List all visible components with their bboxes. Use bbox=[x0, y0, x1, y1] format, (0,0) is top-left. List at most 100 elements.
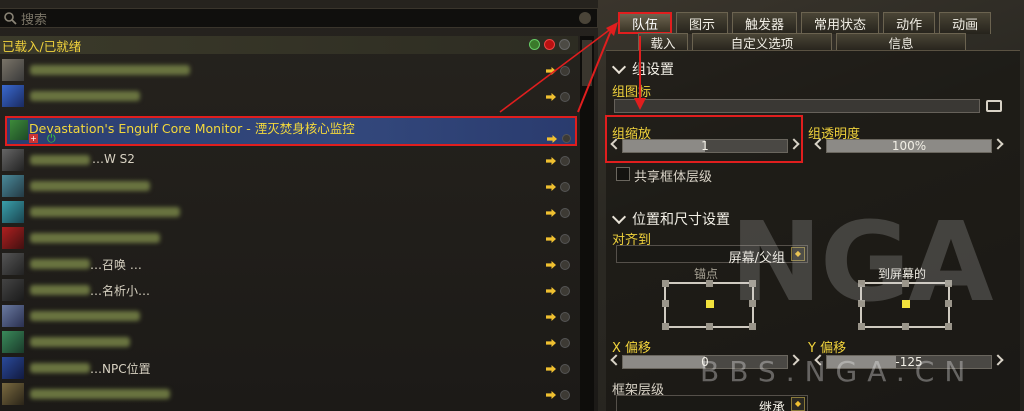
list-item[interactable] bbox=[0, 302, 578, 330]
list-item[interactable]: …W S2 bbox=[0, 146, 578, 174]
slider-track[interactable]: 100% bbox=[826, 139, 992, 153]
tab-actions[interactable]: 动作 bbox=[883, 12, 936, 34]
status-icon[interactable] bbox=[560, 338, 570, 348]
load-arrow-icon[interactable] bbox=[546, 183, 556, 191]
shared-frame-label: 共享框体层级 bbox=[634, 170, 713, 185]
load-arrow-icon[interactable] bbox=[546, 235, 556, 243]
load-arrow-icon[interactable] bbox=[546, 93, 556, 101]
list-item[interactable] bbox=[0, 380, 578, 408]
group-settings-header[interactable]: 组设置 bbox=[611, 59, 674, 79]
load-arrow-icon[interactable] bbox=[546, 209, 556, 217]
chevron-down-icon bbox=[611, 59, 627, 74]
loaded-group-header[interactable]: 已载入/已就绪 bbox=[0, 36, 578, 54]
group-icon-label: 组图标 bbox=[612, 85, 652, 100]
dropdown-arrow-icon[interactable]: ◆ bbox=[791, 397, 805, 411]
aura-icon bbox=[2, 201, 24, 223]
expand-icon[interactable] bbox=[529, 39, 540, 50]
decrease-icon[interactable] bbox=[610, 354, 622, 366]
load-arrow-icon[interactable] bbox=[546, 339, 556, 347]
status-icon[interactable] bbox=[560, 390, 570, 400]
position-settings-title: 位置和尺寸设置 bbox=[632, 212, 730, 228]
load-arrow-icon[interactable] bbox=[547, 135, 557, 143]
search-input[interactable]: 搜索 bbox=[0, 8, 598, 28]
shared-frame-checkbox[interactable] bbox=[616, 167, 630, 181]
status-icon[interactable] bbox=[560, 234, 570, 244]
scrollbar-thumb[interactable] bbox=[582, 40, 592, 86]
load-arrow-icon[interactable] bbox=[546, 287, 556, 295]
increase-icon[interactable] bbox=[992, 354, 1004, 366]
list-item[interactable] bbox=[0, 172, 578, 200]
tab-conditions[interactable]: 常用状态 bbox=[801, 12, 880, 34]
anchor-handle[interactable] bbox=[662, 280, 669, 287]
clear-search-icon[interactable] bbox=[579, 12, 591, 24]
aura-icon bbox=[10, 120, 28, 140]
list-item[interactable] bbox=[0, 82, 578, 110]
tab-group[interactable]: 队伍 bbox=[618, 12, 673, 34]
group-alpha-slider[interactable]: 100% bbox=[814, 137, 1004, 155]
tab-animations[interactable]: 动画 bbox=[939, 12, 992, 34]
anchor-handle[interactable] bbox=[706, 280, 713, 287]
load-arrow-icon[interactable] bbox=[546, 157, 556, 165]
list-item[interactable]: …名析小… bbox=[0, 276, 578, 304]
frame-level-value: 继承 bbox=[758, 401, 785, 411]
list-item[interactable] bbox=[0, 198, 578, 226]
row-fragment: …召唤 … bbox=[90, 258, 142, 272]
load-arrow-icon[interactable] bbox=[546, 365, 556, 373]
status-icon[interactable] bbox=[560, 66, 570, 76]
group-icon-input[interactable] bbox=[614, 99, 980, 113]
status-icon[interactable] bbox=[560, 156, 570, 166]
position-settings-header[interactable]: 位置和尺寸设置 bbox=[611, 209, 730, 229]
row-fragment: …NPC位置 bbox=[90, 362, 151, 376]
aura-icon bbox=[2, 175, 24, 197]
anchor-handle[interactable] bbox=[706, 323, 713, 330]
anchor-handle[interactable] bbox=[662, 300, 669, 307]
collapse-icon[interactable] bbox=[544, 39, 555, 50]
list-item[interactable] bbox=[0, 56, 578, 84]
status-icon[interactable] bbox=[560, 364, 570, 374]
tab-load[interactable]: 载入 bbox=[638, 33, 688, 51]
folder-icon[interactable] bbox=[986, 100, 1002, 112]
tab-custom-options[interactable]: 自定义选项 bbox=[692, 33, 832, 51]
group-alpha-value: 100% bbox=[891, 139, 927, 153]
selected-aura-row[interactable]: Devastation's Engulf Core Monitor - 湮灭焚身… bbox=[5, 116, 577, 146]
load-arrow-icon[interactable] bbox=[546, 391, 556, 399]
tab-information[interactable]: 信息 bbox=[836, 33, 966, 51]
toggle-icon[interactable] bbox=[559, 39, 570, 50]
group-title: 已载入/已就绪 bbox=[2, 38, 82, 54]
anchor-handle[interactable] bbox=[662, 323, 669, 330]
increase-icon[interactable] bbox=[992, 138, 1004, 150]
frame-level-dropdown[interactable]: 继承 ◆ bbox=[616, 395, 808, 411]
status-icon[interactable] bbox=[560, 260, 570, 270]
status-icon[interactable] bbox=[560, 312, 570, 322]
anchor-selected[interactable] bbox=[706, 300, 714, 308]
aura-list-panel: 搜索 已载入/已就绪 …W S2 …召唤 … …名析小… …NPC位置 Deva… bbox=[0, 0, 598, 411]
tab-display[interactable]: 图示 bbox=[676, 12, 729, 34]
status-icon[interactable] bbox=[560, 208, 570, 218]
list-scrollbar[interactable] bbox=[580, 36, 594, 411]
load-arrow-icon[interactable] bbox=[546, 261, 556, 269]
aura-icon bbox=[2, 357, 24, 379]
status-icon[interactable] bbox=[562, 134, 571, 143]
list-item[interactable]: …NPC位置 bbox=[0, 354, 578, 382]
load-arrow-icon[interactable] bbox=[546, 67, 556, 75]
aura-icon bbox=[2, 149, 24, 171]
aura-icon bbox=[2, 253, 24, 275]
status-icon[interactable] bbox=[560, 286, 570, 296]
load-arrow-icon[interactable] bbox=[546, 313, 556, 321]
search-icon bbox=[4, 12, 17, 25]
tab-trigger[interactable]: 触发器 bbox=[732, 12, 798, 34]
decrease-icon[interactable] bbox=[814, 138, 826, 150]
tabs-row-2: 载入 自定义选项 信息 bbox=[638, 33, 966, 51]
power-icon[interactable]: ⏻ bbox=[47, 132, 56, 146]
add-icon[interactable]: + bbox=[29, 134, 38, 143]
list-item[interactable] bbox=[0, 224, 578, 252]
list-item[interactable]: …召唤 … bbox=[0, 250, 578, 278]
group-settings-title: 组设置 bbox=[632, 62, 674, 78]
aura-list: …W S2 …召唤 … …名析小… …NPC位置 bbox=[0, 56, 578, 411]
list-item[interactable] bbox=[0, 328, 578, 356]
aura-icon bbox=[2, 305, 24, 327]
status-icon[interactable] bbox=[560, 182, 570, 192]
search-placeholder: 搜索 bbox=[21, 12, 48, 28]
status-icon[interactable] bbox=[560, 92, 570, 102]
aura-icon bbox=[2, 331, 24, 353]
